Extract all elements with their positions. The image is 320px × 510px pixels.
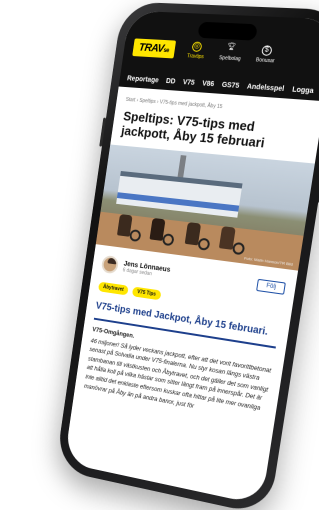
tab-travtips[interactable]: ◎ Travtips	[183, 41, 210, 60]
power-button	[318, 157, 319, 203]
follow-button[interactable]: Följ	[256, 279, 285, 295]
nav-gs75[interactable]: GS75	[221, 81, 239, 89]
author-avatar[interactable]	[101, 255, 120, 274]
nav-dd[interactable]: DD	[166, 77, 176, 85]
hero-image: Foto: Malin Hanson/TR Bild	[96, 145, 315, 271]
tab-spelbolag[interactable]: 🏆︎ Spelbolag	[217, 43, 245, 63]
tab-bonusar[interactable]: $ Bonusar	[252, 45, 281, 65]
tab-label: Bonusar	[255, 57, 274, 64]
logo-suffix: se	[163, 48, 169, 54]
dynamic-island	[197, 22, 257, 41]
phone-frame: TRAVse ◎ Travtips 🏆︎ Spelbolag $ Bonusar…	[55, 1, 319, 510]
dollar-icon: $	[261, 45, 273, 56]
author-info: Jens Lönnaeus 6 dagar sedan	[122, 260, 170, 279]
target-icon: ◎	[191, 41, 202, 52]
nav-reportage[interactable]: Reportage	[127, 75, 160, 84]
tab-label: Travtips	[187, 53, 205, 60]
device-mockup: TRAVse ◎ Travtips 🏆︎ Spelbolag $ Bonusar…	[0, 0, 319, 510]
nav-v75[interactable]: V75	[182, 79, 195, 87]
article: Start › Speltips › V75-tips med jackpott…	[75, 87, 319, 427]
light-tower	[177, 155, 186, 179]
tag-v75-tips[interactable]: V75 Tips	[132, 287, 161, 301]
tab-label: Spelbolag	[219, 55, 241, 62]
phone-screen: TRAVse ◎ Travtips 🏆︎ Spelbolag $ Bonusar…	[64, 11, 319, 506]
tag-abytravet[interactable]: Åbytravet	[98, 282, 129, 296]
volume-button	[99, 118, 106, 147]
nav-logga-in[interactable]: Logga	[292, 86, 315, 95]
trophy-icon: 🏆︎	[226, 43, 237, 54]
nav-andelsspel[interactable]: Andelsspel	[246, 83, 284, 93]
grandstand	[116, 171, 242, 218]
logo-text: TRAV	[138, 42, 165, 55]
nav-v86[interactable]: V86	[202, 80, 215, 88]
site-logo[interactable]: TRAVse	[132, 38, 176, 58]
